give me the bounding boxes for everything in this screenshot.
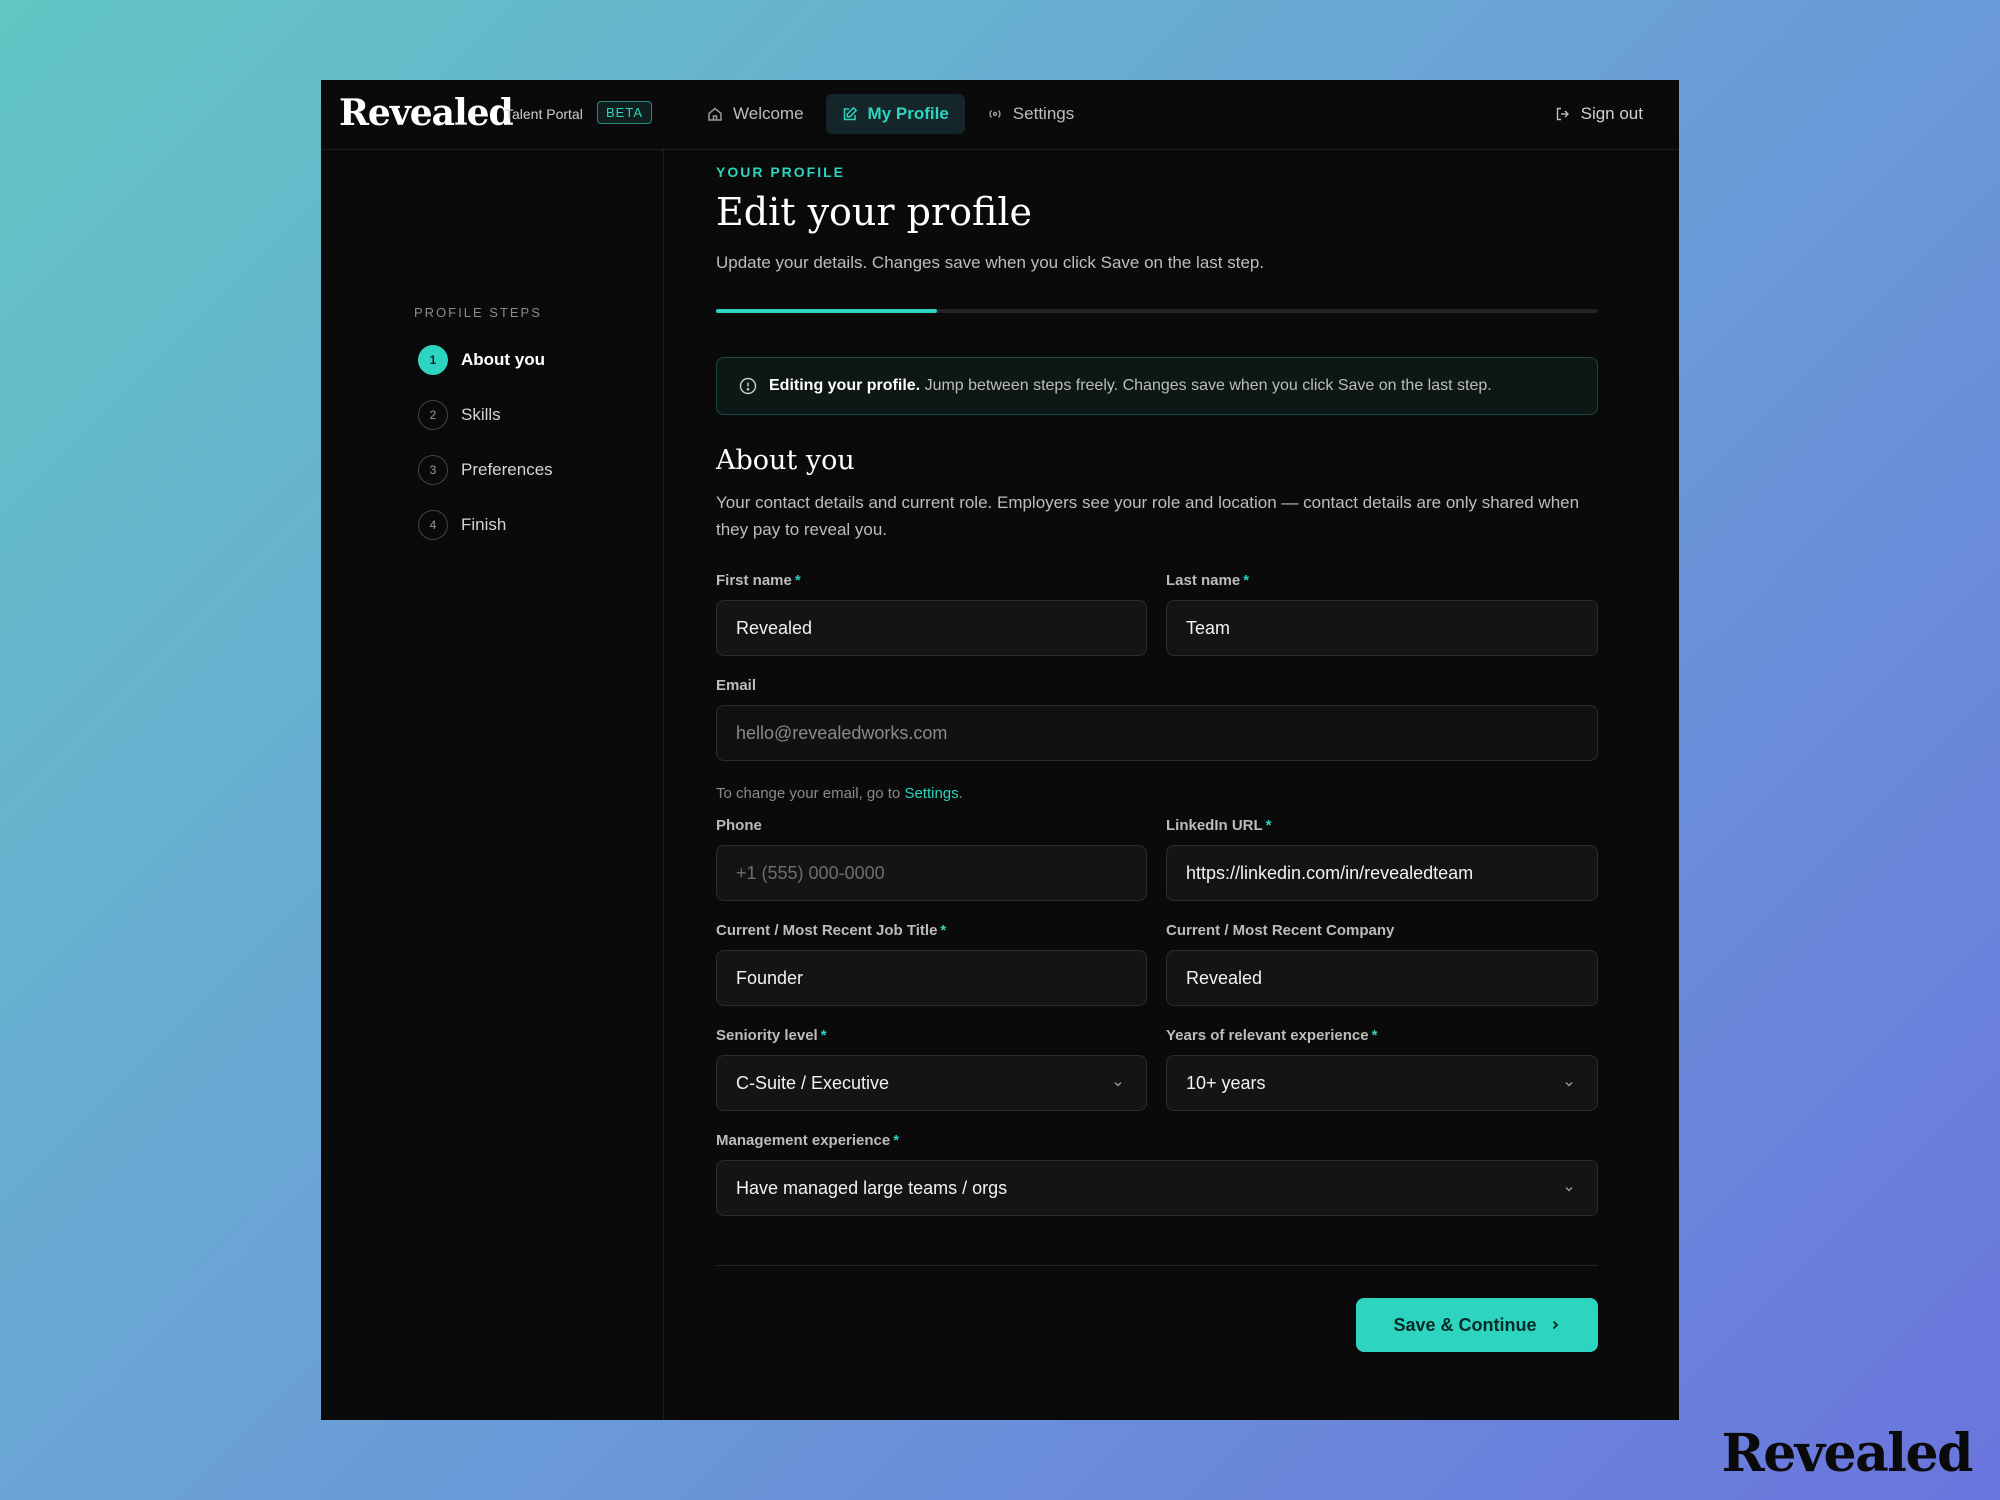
email-label: Email [716, 677, 757, 694]
profile-steps-title: PROFILE STEPS [414, 305, 542, 320]
edit-icon [843, 106, 857, 121]
job-title-input[interactable]: Founder [716, 950, 1147, 1006]
progress-bar [716, 309, 1598, 313]
chevron-down-icon [1565, 1187, 1573, 1192]
step-number: 1 [418, 345, 448, 375]
nav-welcome[interactable]: Welcome [691, 94, 820, 134]
step-skills[interactable]: 2 Skills [418, 400, 501, 430]
brand-logo[interactable]: Revealed [339, 92, 514, 134]
experience-select[interactable]: 10+ years [1166, 1055, 1598, 1111]
first-name-label: First name * [716, 572, 801, 589]
job-title-label: Current / Most Recent Job Title * [716, 922, 947, 939]
notice-bold: Editing your profile. [769, 377, 921, 394]
nav-my-profile[interactable]: My Profile [825, 94, 965, 134]
linkedin-input[interactable]: https://linkedin.com/in/revealedteam [1166, 845, 1598, 901]
nav-my-profile-label: My Profile [867, 104, 949, 123]
email-field[interactable]: hello@revealedworks.com [716, 705, 1598, 761]
step-label: About you [461, 350, 546, 369]
info-icon [739, 377, 757, 395]
email-help-text: To change your email, go to Settings. [716, 785, 963, 802]
save-continue-button[interactable]: Save & Continue [1356, 1298, 1598, 1352]
phone-input[interactable]: +1 (555) 000-0000 [716, 845, 1147, 901]
last-name-input[interactable]: Team [1166, 600, 1598, 656]
step-number: 4 [418, 510, 448, 540]
chevron-right-icon [1552, 1320, 1558, 1330]
company-input[interactable]: Revealed [1166, 950, 1598, 1006]
section-description: Your contact details and current role. E… [716, 493, 1580, 539]
management-label: Management experience * [716, 1132, 900, 1149]
corner-logo: Revealed [1721, 1423, 1974, 1484]
section-title: About you [716, 445, 855, 476]
step-about-you[interactable]: 1 About you [418, 345, 545, 375]
nav-settings[interactable]: Settings [971, 94, 1090, 134]
experience-value: 10+ years [1186, 1072, 1266, 1093]
chevron-down-icon [1565, 1082, 1573, 1087]
step-label: Preferences [461, 460, 553, 479]
management-value: Have managed large teams / orgs [736, 1177, 1008, 1198]
seniority-select[interactable]: C-Suite / Executive [716, 1055, 1147, 1111]
notice-body: Jump between steps freely. Changes save … [924, 377, 1492, 394]
beta-badge: BETA [597, 101, 652, 124]
sign-out-button[interactable]: Sign out [1555, 104, 1643, 124]
notice-text: Editing your profile. Jump between steps… [769, 377, 1492, 395]
step-number: 2 [418, 400, 448, 430]
editing-notice: Editing your profile. Jump between steps… [716, 357, 1598, 415]
logout-icon [1556, 107, 1569, 121]
progress-fill [716, 309, 937, 313]
page-subtitle: Update your details. Changes save when y… [716, 253, 1265, 272]
last-name-label: Last name * [1166, 572, 1250, 589]
phone-label: Phone [716, 817, 762, 834]
seniority-value: C-Suite / Executive [736, 1072, 890, 1093]
save-continue-label: Save & Continue [1393, 1314, 1537, 1335]
profile-steps-sidebar: PROFILE STEPS 1 About you 2 Skills 3 Pre… [321, 150, 664, 1420]
seniority-label: Seniority level * [716, 1027, 827, 1044]
sign-out-label: Sign out [1580, 104, 1643, 123]
experience-label: Years of relevant experience * [1166, 1027, 1378, 1044]
form-divider [716, 1265, 1598, 1266]
company-label: Current / Most Recent Company [1166, 922, 1395, 939]
app-window: Revealed Talent Portal BETA Welcome My P… [321, 80, 1679, 1420]
nav-settings-label: Settings [1012, 104, 1075, 123]
portal-label: Talent Portal [505, 106, 583, 122]
chevron-down-icon [1114, 1082, 1122, 1087]
main-nav: Welcome My Profile Settings [691, 94, 1090, 136]
page-title: Edit your profile [716, 190, 1032, 234]
broadcast-icon [989, 110, 1001, 118]
home-icon [708, 107, 722, 121]
top-bar: Revealed Talent Portal BETA Welcome My P… [321, 80, 1679, 150]
step-finish[interactable]: 4 Finish [418, 510, 506, 540]
page-eyebrow: YOUR PROFILE [716, 164, 846, 180]
management-select[interactable]: Have managed large teams / orgs [716, 1160, 1598, 1216]
step-label: Finish [461, 515, 507, 534]
nav-welcome-label: Welcome [733, 104, 804, 123]
linkedin-label: LinkedIn URL * [1166, 817, 1272, 834]
step-number: 3 [418, 455, 448, 485]
step-preferences[interactable]: 3 Preferences [418, 455, 553, 485]
settings-link[interactable]: Settings [904, 785, 958, 802]
step-label: Skills [461, 405, 501, 424]
first-name-input[interactable]: Revealed [716, 600, 1147, 656]
